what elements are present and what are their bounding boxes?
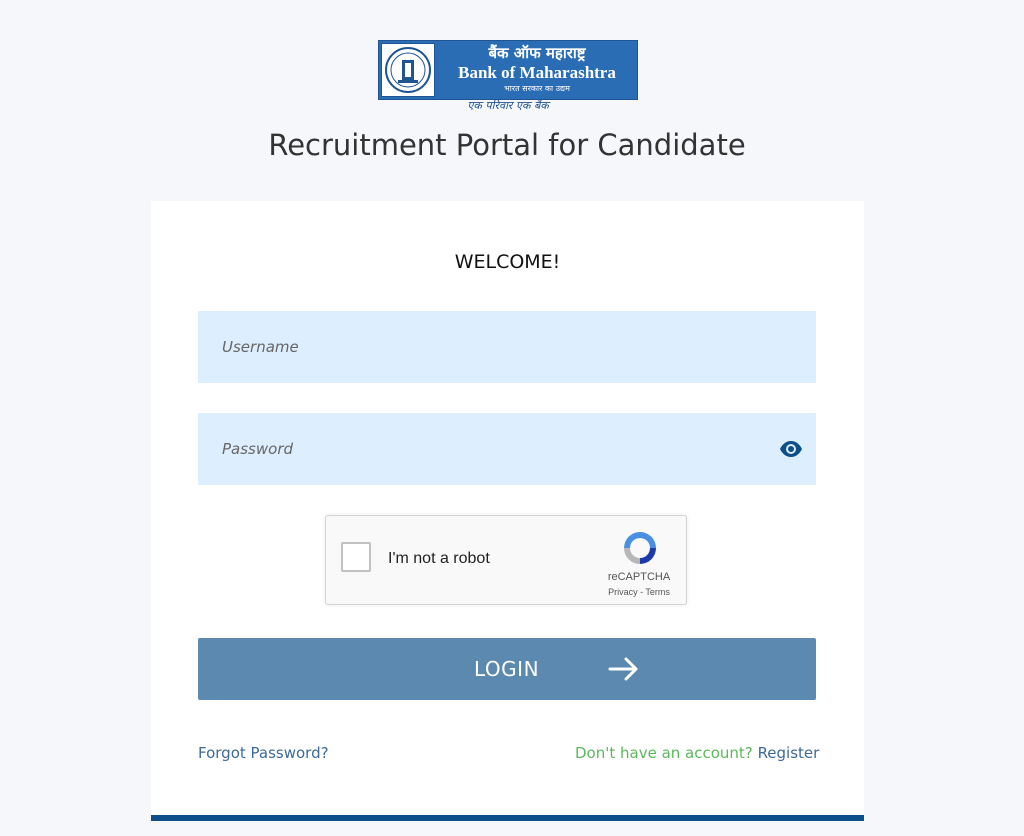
login-label: LOGIN bbox=[474, 657, 540, 681]
logo-banner: बैंक ऑफ महाराष्ट्र Bank of Maharashtra भ… bbox=[378, 40, 638, 100]
login-button[interactable]: LOGIN bbox=[198, 638, 816, 700]
login-card: WELCOME! I'm not a robot reCAPTCHA Priva… bbox=[151, 201, 864, 821]
forgot-password-link[interactable]: Forgot Password? bbox=[198, 744, 329, 762]
bank-emblem-icon bbox=[381, 43, 435, 97]
no-account-text: Don't have an account? bbox=[575, 744, 753, 762]
recaptcha-widget: I'm not a robot reCAPTCHA Privacy - Term… bbox=[325, 515, 687, 605]
logo-hindi-name: बैंक ऑफ महाराष्ट्र bbox=[488, 44, 586, 62]
logo-tagline: एक परिवार एक बैंक bbox=[467, 99, 549, 112]
eye-icon[interactable] bbox=[779, 437, 803, 461]
register-prompt: Don't have an account? Register bbox=[575, 744, 819, 762]
captcha-label: I'm not a robot bbox=[388, 550, 490, 567]
captcha-brand: reCAPTCHA bbox=[607, 571, 671, 583]
register-link[interactable]: Register bbox=[758, 744, 820, 762]
captcha-checkbox[interactable] bbox=[341, 542, 371, 572]
welcome-heading: WELCOME! bbox=[454, 251, 561, 273]
bank-logo: बैंक ऑफ महाराष्ट्र Bank of Maharashtra भ… bbox=[378, 38, 638, 118]
recaptcha-icon bbox=[620, 528, 660, 568]
username-input[interactable] bbox=[198, 311, 816, 383]
arrow-right-icon bbox=[608, 656, 640, 682]
password-input[interactable] bbox=[198, 413, 816, 485]
captcha-privacy-terms[interactable]: Privacy - Terms bbox=[596, 587, 682, 597]
page-title: Recruitment Portal for Candidate bbox=[268, 128, 746, 162]
logo-english-name: Bank of Maharashtra bbox=[458, 63, 616, 82]
logo-subtitle: भारत सरकार का उद्यम bbox=[504, 84, 570, 93]
